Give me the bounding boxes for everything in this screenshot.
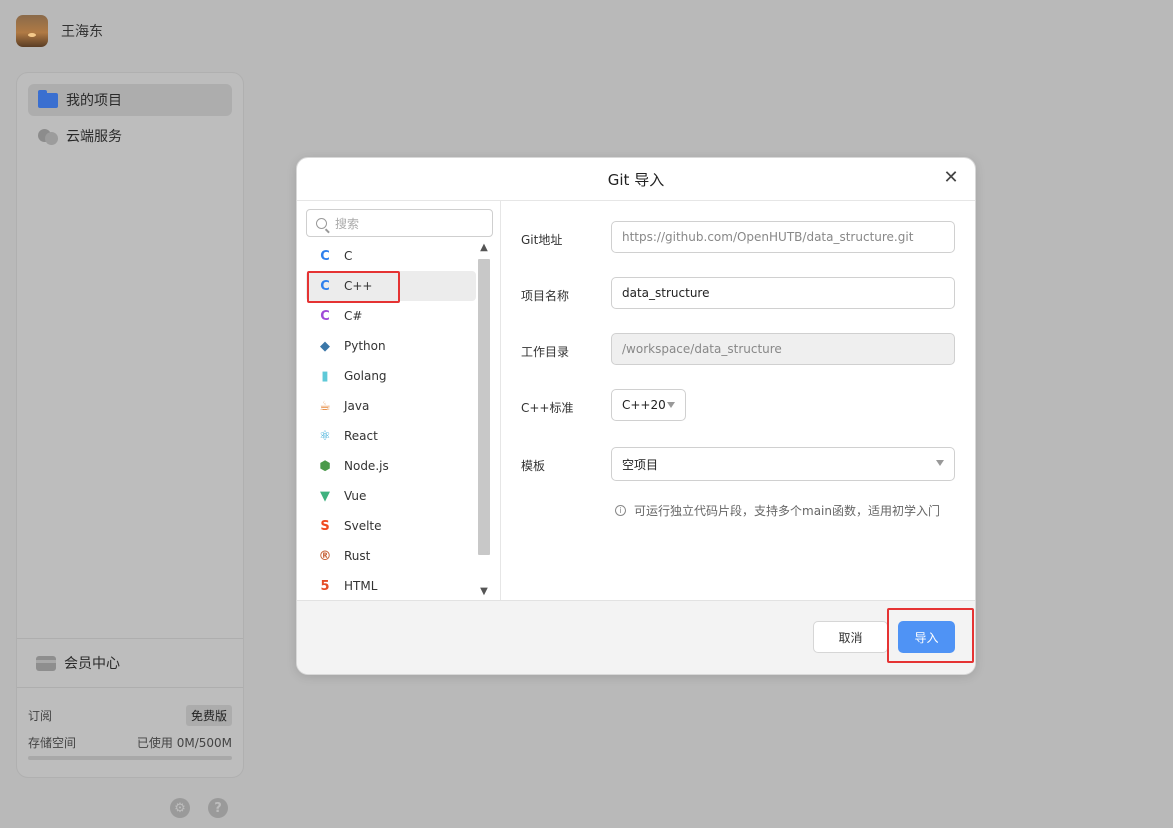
rust-icon: ® <box>318 548 332 564</box>
cloud-icon <box>38 127 58 145</box>
csharp-icon: C <box>320 308 330 324</box>
username: 王海东 <box>61 24 103 40</box>
highlight-box-import <box>887 608 974 663</box>
member-center-label: 会员中心 <box>64 656 120 672</box>
c-icon: C <box>320 248 330 264</box>
form-pane: Git地址 https://github.com/OpenHUTB/data_s… <box>502 201 975 602</box>
language-label: C <box>344 249 353 263</box>
language-item-golang[interactable]: ▮ Golang <box>306 361 476 391</box>
template-value: 空项目 <box>622 457 659 472</box>
svelte-icon: S <box>320 518 330 534</box>
language-item-python[interactable]: ◆ Python <box>306 331 476 361</box>
help-icon[interactable]: ? <box>208 798 228 818</box>
cpp-standard-select[interactable]: C++20 <box>611 389 686 421</box>
sidebar-item-label: 我的项目 <box>66 93 122 109</box>
language-item-rust[interactable]: ® Rust <box>306 541 476 571</box>
info-icon: i <box>615 505 626 516</box>
search-placeholder: 搜索 <box>335 216 360 231</box>
language-item-java[interactable]: ☕ Java <box>306 391 476 421</box>
subscription-row: 订阅 免费版 <box>28 705 232 726</box>
user-bar: 王海东 <box>16 15 103 47</box>
divider <box>17 638 243 639</box>
member-center-link[interactable]: 会员中心 <box>36 653 120 673</box>
language-label: Python <box>344 339 386 353</box>
search-input[interactable]: 搜索 <box>306 209 493 237</box>
avatar[interactable] <box>16 15 48 47</box>
chevron-down-icon <box>936 460 944 466</box>
project-name-label: 项目名称 <box>521 289 570 303</box>
project-name-input[interactable]: data_structure <box>611 277 955 309</box>
close-icon[interactable]: ✕ <box>941 168 961 188</box>
scrollbar[interactable]: ▲ ▼ <box>476 241 492 601</box>
template-select[interactable]: 空项目 <box>611 447 955 481</box>
nodejs-icon: ⬢ <box>319 458 331 474</box>
chevron-down-icon[interactable]: ▼ <box>479 586 489 597</box>
git-url-label: Git地址 <box>521 233 563 247</box>
divider <box>17 687 243 688</box>
card-icon <box>36 655 56 671</box>
language-item-node-js[interactable]: ⬢ Node.js <box>306 451 476 481</box>
storage-used-prefix: 已使用 <box>136 736 173 750</box>
plan-badge: 免费版 <box>185 705 232 726</box>
language-label: Rust <box>344 549 371 563</box>
work-dir-label: 工作目录 <box>521 345 570 359</box>
dialog-footer: 取消 导入 <box>297 600 975 674</box>
search-icon <box>316 217 327 229</box>
cancel-button[interactable]: 取消 <box>813 621 888 653</box>
language-label: C# <box>344 309 363 323</box>
storage-row: 存储空间 已使用 0M/500M <box>28 734 232 751</box>
git-import-dialog: Git 导入 ✕ 搜索 C C C C++ C C# ◆ Python ▮ Golang ☕ Java… <box>296 157 976 675</box>
storage-usage: 已使用 0M/500M <box>137 734 232 751</box>
sidebar: 我的项目 云端服务 会员中心 订阅 免费版 存储空间 已使用 0M/500M <box>16 72 244 778</box>
sidebar-item-my-projects[interactable]: 我的项目 <box>28 84 232 116</box>
folder-icon <box>38 89 58 108</box>
html-icon: 5 <box>320 578 330 594</box>
footer-icons: ⚙ ? <box>170 798 228 818</box>
sidebar-item-cloud-services[interactable]: 云端服务 <box>28 120 232 152</box>
language-item-c[interactable]: CC <box>306 241 476 271</box>
language-label: Golang <box>344 369 387 383</box>
language-label: React <box>344 429 378 443</box>
scroll-thumb[interactable] <box>478 259 490 555</box>
storage-progress-bar <box>28 756 232 760</box>
language-list-pane: 搜索 C C C C++ C C# ◆ Python ▮ Golang ☕ Java ⚛ React ⬢ No… <box>297 201 501 602</box>
language-label: Vue <box>344 489 367 503</box>
chevron-up-icon[interactable]: ▲ <box>479 242 489 253</box>
storage-label: 存储空间 <box>28 736 77 750</box>
react-icon: ⚛ <box>319 428 331 444</box>
hint-text: 可运行独立代码片段，支持多个main函数，适用初学入门 <box>634 504 940 518</box>
language-label: Java <box>344 399 370 413</box>
vue-icon: ▼ <box>320 488 330 504</box>
language-label: Svelte <box>344 519 382 533</box>
python-icon: ◆ <box>320 338 330 354</box>
sidebar-item-label: 云端服务 <box>66 129 122 145</box>
language-item-c[interactable]: C C# <box>306 301 476 331</box>
highlight-box-cpp <box>307 271 400 303</box>
template-hint: i 可运行独立代码片段，支持多个main函数，适用初学入门 <box>615 502 940 519</box>
template-label: 模板 <box>521 459 546 473</box>
chevron-down-icon <box>667 402 675 408</box>
gear-icon[interactable]: ⚙ <box>170 798 190 818</box>
java-icon: ☕ <box>319 398 331 414</box>
subscription-label: 订阅 <box>28 709 53 723</box>
git-url-input[interactable]: https://github.com/OpenHUTB/data_structu… <box>611 221 955 253</box>
cpp-standard-label: C++标准 <box>521 401 574 415</box>
golang-icon: ▮ <box>321 368 329 384</box>
language-item-svelte[interactable]: S Svelte <box>306 511 476 541</box>
cpp-standard-value: C++20 <box>622 398 666 412</box>
work-dir-input: /workspace/data_structure <box>611 333 955 365</box>
language-item-react[interactable]: ⚛ React <box>306 421 476 451</box>
storage-value: 0M/500M <box>176 736 232 750</box>
language-item-vue[interactable]: ▼ Vue <box>306 481 476 511</box>
language-item-html[interactable]: 5 HTML <box>306 571 476 601</box>
dialog-title: Git 导入 <box>297 158 975 201</box>
language-label: Node.js <box>344 459 389 473</box>
language-label: HTML <box>344 579 378 593</box>
